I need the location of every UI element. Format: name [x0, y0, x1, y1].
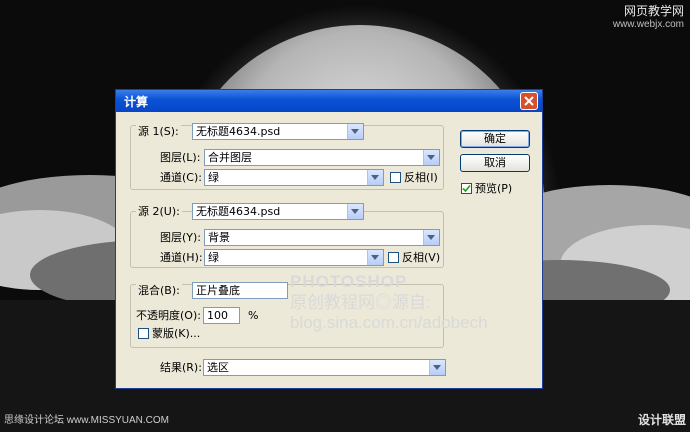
- source2-label: 源 2(U):: [136, 205, 182, 219]
- source2-invert-label: 反相(V): [402, 251, 441, 264]
- source2-file-value: 无标题4634.psd: [196, 205, 281, 218]
- preview-checkbox[interactable]: [461, 183, 472, 194]
- close-icon: [524, 96, 534, 106]
- opacity-input[interactable]: 100: [203, 307, 240, 324]
- chevron-down-icon: [351, 209, 359, 214]
- source2-layer-select[interactable]: 背景: [204, 229, 440, 246]
- chevron-down-icon: [371, 175, 379, 180]
- source1-layer-label: 图层(L):: [160, 151, 201, 164]
- source1-channel-select[interactable]: 绿: [204, 169, 384, 186]
- preview-label: 预览(P): [475, 182, 513, 195]
- calculations-dialog: 计算 源 1(S): 无标题4634.psd 图层(L): 合并图层 通道(C)…: [115, 89, 543, 389]
- source1-invert-checkbox[interactable]: [390, 172, 401, 183]
- result-label: 结果(R):: [160, 361, 202, 374]
- watermark-url: www.webjx.com: [612, 19, 684, 30]
- close-button[interactable]: [520, 92, 538, 110]
- source1-channel-value: 绿: [208, 171, 219, 184]
- source2-layer-value: 背景: [208, 231, 230, 244]
- source2-invert-checkbox[interactable]: [388, 252, 399, 263]
- chevron-down-icon: [351, 129, 359, 134]
- dialog-title: 计算: [124, 95, 149, 109]
- source1-invert-label: 反相(I): [404, 171, 438, 184]
- source2-channel-label: 通道(H):: [160, 251, 203, 264]
- opacity-value: 100: [207, 309, 228, 322]
- result-value: 选区: [207, 361, 229, 374]
- source2-channel-value: 绿: [208, 251, 219, 264]
- mask-label: 蒙版(K)...: [152, 327, 201, 340]
- blending-label: 混合(B):: [136, 284, 182, 298]
- mask-checkbox[interactable]: [138, 328, 149, 339]
- watermark-top-right: 网页教学网 www.webjx.com: [613, 4, 684, 32]
- source2-layer-label: 图层(Y):: [160, 231, 202, 244]
- blending-select[interactable]: 正片叠底: [192, 282, 288, 299]
- blending-value: 正片叠底: [196, 284, 240, 297]
- dialog-titlebar[interactable]: 计算: [116, 90, 542, 112]
- source1-file-value: 无标题4634.psd: [196, 125, 281, 138]
- source1-layer-value: 合并图层: [208, 151, 252, 164]
- chevron-down-icon: [371, 255, 379, 260]
- chevron-down-icon: [433, 365, 441, 370]
- checkmark-icon: [462, 184, 471, 193]
- ok-button[interactable]: 确定: [460, 130, 530, 148]
- source2-file-select[interactable]: 无标题4634.psd: [192, 203, 364, 220]
- chevron-down-icon: [427, 155, 435, 160]
- watermark-bottom-right: 设计联盟: [637, 413, 686, 427]
- watermark-title: 网页教学网: [623, 4, 684, 18]
- opacity-label: 不透明度(O):: [136, 309, 201, 322]
- source1-label: 源 1(S):: [136, 125, 181, 139]
- result-select[interactable]: 选区: [203, 359, 446, 376]
- source2-channel-select[interactable]: 绿: [204, 249, 384, 266]
- source1-file-select[interactable]: 无标题4634.psd: [192, 123, 364, 140]
- chevron-down-icon: [427, 235, 435, 240]
- watermark-bottom-left: 思缘设计论坛 www.MISSYUAN.COM: [4, 415, 170, 426]
- source1-layer-select[interactable]: 合并图层: [204, 149, 440, 166]
- cancel-button[interactable]: 取消: [460, 154, 530, 172]
- source1-channel-label: 通道(C):: [160, 171, 202, 184]
- opacity-unit: %: [248, 309, 259, 322]
